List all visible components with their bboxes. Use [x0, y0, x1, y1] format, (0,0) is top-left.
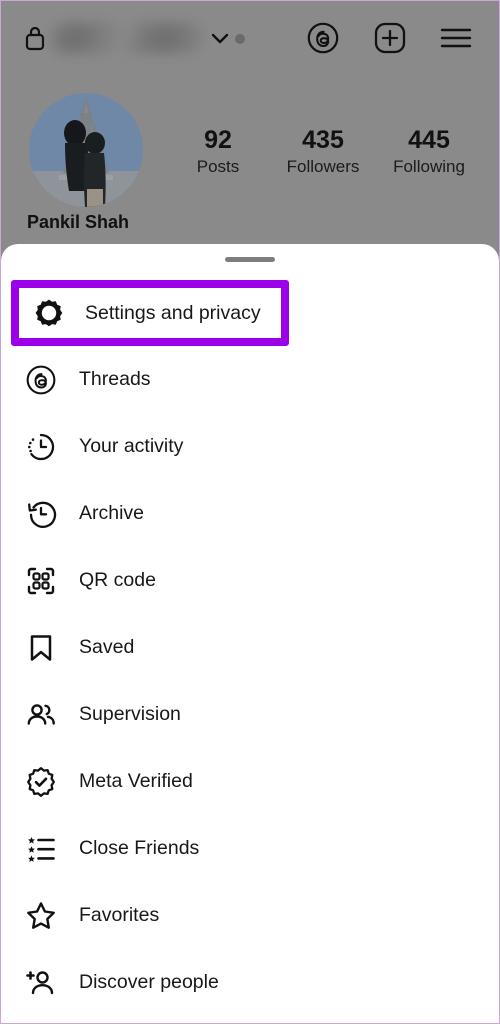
menu-item-label: Favorites: [79, 904, 160, 926]
person-add-icon: [23, 965, 59, 1001]
menu-item-archive[interactable]: Archive: [1, 480, 499, 547]
plus-square-icon[interactable]: [373, 21, 407, 60]
threads-icon[interactable]: [306, 21, 340, 60]
menu-item-discover-people[interactable]: Discover people: [1, 949, 499, 1016]
menu-item-label: Discover people: [79, 971, 219, 993]
archive-clock-icon: [23, 496, 59, 532]
gear-icon: [31, 295, 67, 331]
chevron-down-icon[interactable]: [209, 29, 231, 54]
bookmark-icon: [23, 630, 59, 666]
menu-item-label: Close Friends: [79, 837, 200, 859]
menu-item-settings-and-privacy[interactable]: Settings and privacy: [11, 280, 289, 346]
menu-item-label: Meta Verified: [79, 770, 193, 792]
activity-clock-icon: [23, 429, 59, 465]
avatar[interactable]: [29, 93, 143, 207]
menu-item-threads[interactable]: Threads: [1, 346, 499, 413]
qr-code-icon: [23, 563, 59, 599]
menu-item-saved[interactable]: Saved: [1, 614, 499, 681]
stat-followers-label: Followers: [286, 157, 360, 176]
menu-item-label: Your activity: [79, 435, 184, 457]
stat-posts-label: Posts: [196, 157, 240, 176]
username-redacted[interactable]: [51, 23, 203, 53]
stat-followers[interactable]: 435 Followers: [268, 125, 378, 179]
stat-following-value: 445: [408, 126, 450, 154]
menu-item-label: Settings and privacy: [85, 301, 261, 324]
profile-display-name: Pankil Shah: [27, 212, 130, 232]
menu-item-your-activity[interactable]: Your activity: [1, 413, 499, 480]
menu-item-meta-verified[interactable]: Meta Verified: [1, 748, 499, 815]
stat-followers-value: 435: [302, 126, 344, 154]
menu-item-qr-code[interactable]: QR code: [1, 547, 499, 614]
people-icon: [23, 697, 59, 733]
hamburger-menu-icon[interactable]: [439, 24, 473, 57]
stat-posts-value: 92: [204, 126, 232, 154]
menu-item-label: QR code: [79, 569, 156, 591]
menu-item-label: Saved: [79, 636, 135, 658]
menu-item-label: Archive: [79, 502, 145, 524]
menu-item-label: Supervision: [79, 703, 181, 725]
stat-following[interactable]: 445 Following: [374, 125, 484, 179]
dot-indicator: [235, 34, 245, 44]
profile-backdrop: 92 Posts 435 Followers 445 Following Pan…: [1, 1, 499, 251]
star-icon: [23, 898, 59, 934]
verified-badge-icon: [23, 764, 59, 800]
menu-item-label: Threads: [79, 368, 151, 390]
stat-posts[interactable]: 92 Posts: [163, 125, 273, 179]
menu-item-favorites[interactable]: Favorites: [1, 882, 499, 949]
menu-item-close-friends[interactable]: Close Friends: [1, 815, 499, 882]
threads-icon: [23, 362, 59, 398]
star-list-icon: [23, 831, 59, 867]
menu-item-supervision[interactable]: Supervision: [1, 681, 499, 748]
menu-list: Settings and privacy Threads Your activity…: [1, 280, 499, 1016]
top-app-bar: [1, 1, 499, 77]
account-menu-sheet: Settings and privacy Threads Your activity…: [1, 244, 499, 1023]
stat-following-label: Following: [393, 157, 465, 176]
phone-screen: 92 Posts 435 Followers 445 Following Pan…: [0, 0, 500, 1024]
sheet-drag-handle[interactable]: [225, 257, 275, 262]
lock-icon: [23, 24, 47, 57]
